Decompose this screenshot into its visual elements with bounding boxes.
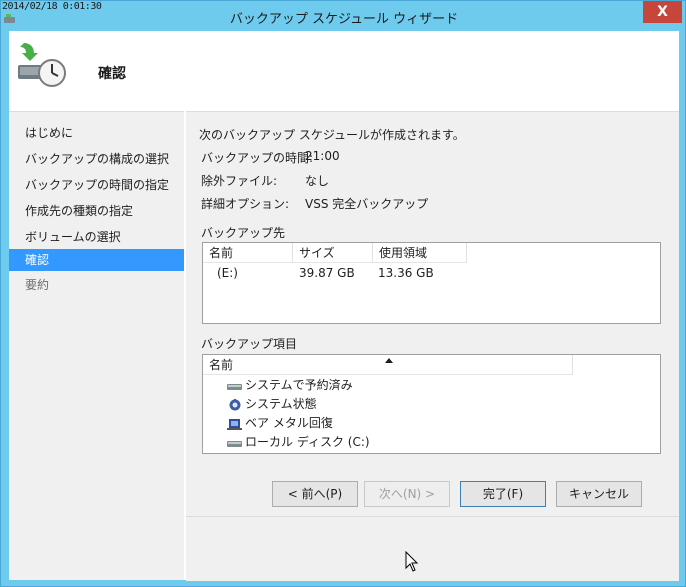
items-group-label: バックアップ項目 bbox=[201, 337, 298, 351]
backup-item-label: システム状態 bbox=[245, 397, 317, 411]
destination-row-used: 13.36 GB bbox=[378, 266, 434, 280]
destination-list-header: 名前 サイズ 使用領域 bbox=[203, 243, 660, 263]
title-bar[interactable]: 2014/02/18 0:01:30 バックアップ スケジュール ウィザード X bbox=[1, 1, 685, 31]
nav-item-confirmation[interactable]: 確認 bbox=[9, 249, 184, 271]
nav-item-destination-type[interactable]: 作成先の種類の指定 bbox=[9, 200, 184, 222]
column-header-used[interactable]: 使用領域 bbox=[373, 243, 467, 263]
bare-metal-icon bbox=[227, 418, 242, 430]
backup-schedule-icon bbox=[18, 43, 66, 87]
wizard-window: 2014/02/18 0:01:30 バックアップ スケジュール ウィザード X… bbox=[0, 0, 686, 587]
backup-item-label: システムで予約済み bbox=[245, 378, 353, 392]
wizard-content-panel: 次のバックアップ スケジュールが作成されます。 バックアップの時間: 21:00… bbox=[186, 111, 679, 581]
destination-group-label: バックアップ先 bbox=[201, 226, 286, 240]
advanced-options-value: VSS 完全バックアップ bbox=[305, 197, 429, 211]
advanced-options-label: 詳細オプション: bbox=[201, 197, 290, 211]
nav-item-volume-selection[interactable]: ボリュームの選択 bbox=[9, 226, 184, 248]
wizard-footer bbox=[186, 516, 679, 581]
destination-row-size: 39.87 GB bbox=[299, 266, 355, 280]
destination-row-name[interactable]: (E:) bbox=[217, 264, 238, 282]
summary-intro: 次のバックアップ スケジュールが作成されます。 bbox=[199, 128, 465, 142]
backup-time-value: 21:00 bbox=[305, 149, 340, 163]
back-button[interactable]: < 前へ(P) bbox=[272, 481, 358, 507]
wizard-client-area: 確認 はじめに バックアップの構成の選択 バックアップの時間の指定 作成先の種類… bbox=[9, 31, 679, 581]
backup-item-label: ベア メタル回復 bbox=[245, 416, 333, 430]
nav-item-backup-configuration[interactable]: バックアップの構成の選択 bbox=[9, 148, 184, 170]
destination-list[interactable]: 名前 サイズ 使用領域 (E:) 39.87 GB 13.36 GB bbox=[202, 242, 661, 324]
excluded-files-label: 除外ファイル: bbox=[201, 174, 278, 188]
backup-item-row[interactable]: ローカル ディスク (C:) bbox=[227, 433, 370, 451]
cancel-button[interactable]: キャンセル bbox=[556, 481, 642, 507]
column-header-name[interactable]: 名前 bbox=[203, 243, 293, 263]
finish-button[interactable]: 完了(F) bbox=[460, 481, 546, 507]
drive-icon bbox=[227, 440, 242, 447]
items-list-header: 名前 bbox=[203, 355, 660, 375]
drive-icon bbox=[227, 383, 242, 390]
nav-item-backup-time[interactable]: バックアップの時間の指定 bbox=[9, 174, 184, 196]
backup-item-row[interactable]: ベア メタル回復 bbox=[227, 414, 333, 432]
wizard-step-list: はじめに バックアップの構成の選択 バックアップの時間の指定 作成先の種類の指定… bbox=[9, 111, 184, 580]
system-state-icon bbox=[229, 398, 241, 410]
backup-item-label: ローカル ディスク (C:) bbox=[245, 435, 370, 449]
wizard-header: 確認 bbox=[9, 31, 679, 111]
backup-item-row[interactable]: システム状態 bbox=[227, 395, 317, 413]
excluded-files-value: なし bbox=[305, 174, 330, 188]
column-header-size[interactable]: サイズ bbox=[293, 243, 373, 263]
backup-item-row[interactable]: システムで予約済み bbox=[227, 376, 353, 394]
nav-item-introduction[interactable]: はじめに bbox=[9, 122, 184, 144]
page-title: 確認 bbox=[98, 66, 126, 82]
close-button[interactable]: X bbox=[643, 1, 682, 23]
nav-item-summary: 要約 bbox=[25, 278, 50, 292]
mouse-pointer-icon bbox=[405, 551, 419, 572]
backup-items-list[interactable]: 名前 システムで予約済み システム状態 ベア メタル回復 ローカル ディスク (… bbox=[202, 354, 661, 454]
backup-time-label: バックアップの時間: bbox=[201, 151, 314, 165]
window-title: バックアップ スケジュール ウィザード bbox=[229, 12, 459, 27]
sort-ascending-icon bbox=[385, 358, 393, 363]
next-button[interactable]: 次へ(N) > bbox=[364, 481, 450, 507]
